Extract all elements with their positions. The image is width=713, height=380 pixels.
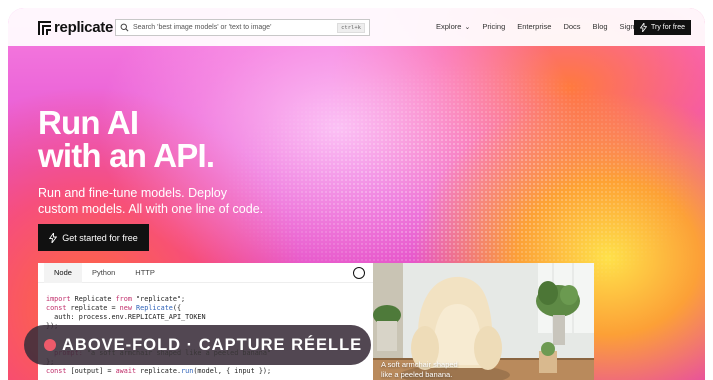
brand-name: replicate (54, 19, 113, 36)
chevron-down-icon: ⌄ (464, 23, 471, 31)
nav-docs[interactable]: Docs (563, 22, 580, 31)
try-for-free-label: Try for free (651, 24, 685, 31)
code-line: const replicate = new Replicate({ (46, 304, 365, 313)
example-output-image: A soft armchair shaped like a peeled ban… (373, 263, 594, 380)
code-token: run (181, 367, 194, 375)
capture-overlay-badge: ABOVE-FOLD · CAPTURE RÉELLE (24, 325, 371, 365)
code-token: "replicate"; (131, 295, 186, 303)
nav-blog[interactable]: Blog (593, 22, 608, 31)
replicate-logo-icon (38, 20, 51, 35)
hero-title-line-1: Run AI (38, 104, 139, 141)
code-token: import (46, 295, 71, 303)
hero-subtitle-line-2: custom models. All with one line of code… (38, 202, 264, 216)
code-token: await (115, 367, 137, 375)
get-started-label: Get started for free (62, 232, 138, 243)
get-started-button[interactable]: Get started for free (38, 224, 149, 251)
code-token: from (115, 295, 132, 303)
try-for-free-button[interactable]: Try for free (634, 20, 691, 35)
record-dot-icon (44, 339, 56, 351)
tab-python[interactable]: Python (82, 263, 125, 283)
code-token: auth: process.env.REPLICATE_API_TOKEN (46, 313, 206, 321)
nav-explore-label: Explore (436, 22, 462, 31)
search-icon (120, 23, 129, 32)
code-token: Replicate (136, 304, 173, 312)
top-navbar: replicate Search 'best image models' or … (8, 8, 705, 46)
nav-explore[interactable]: Explore ⌄ (436, 22, 470, 31)
code-token: replicate. (136, 367, 182, 375)
code-token: [output] = (66, 367, 116, 375)
code-token: const (46, 367, 67, 375)
code-token: Replicate (70, 295, 116, 303)
capture-overlay-label: ABOVE-FOLD · CAPTURE RÉELLE (62, 335, 363, 354)
hero-subtitle-line-1: Run and fine-tune models. Deploy (38, 186, 228, 200)
language-tabs: Node Python HTTP (38, 262, 373, 283)
search-shortcut-badge: ctrl+k (337, 22, 365, 33)
code-token: new (119, 304, 132, 312)
nav-enterprise[interactable]: Enterprise (517, 22, 551, 31)
code-line: const [output] = await replicate.run(mod… (46, 367, 365, 376)
search-placeholder: Search 'best image models' or 'text to i… (133, 24, 272, 31)
hero-title-line-2: with an API. (38, 137, 215, 174)
image-caption: A soft armchair shaped like a peeled ban… (381, 360, 458, 380)
image-caption-line-1: A soft armchair shaped (381, 360, 458, 369)
hero-subtitle: Run and fine-tune models. Deploy custom … (38, 185, 263, 217)
code-token: ({ (172, 304, 182, 312)
code-token: const (46, 304, 67, 312)
image-caption-line-2: like a peeled banana. (381, 370, 453, 379)
nav-pricing[interactable]: Pricing (482, 22, 505, 31)
circle-icon[interactable] (353, 267, 365, 279)
code-line: auth: process.env.REPLICATE_API_TOKEN (46, 313, 365, 322)
code-token: replicate = (66, 304, 120, 312)
tab-http[interactable]: HTTP (125, 263, 165, 283)
logo[interactable]: replicate (38, 19, 113, 36)
bolt-icon (49, 232, 58, 243)
nav-links: Explore ⌄ Pricing Enterprise Docs Blog S… (436, 22, 654, 31)
hero-title: Run AI with an API. (38, 104, 215, 174)
tab-node[interactable]: Node (44, 262, 82, 283)
bolt-icon (640, 23, 648, 32)
code-line: import Replicate from "replicate"; (46, 295, 365, 304)
search-input[interactable]: Search 'best image models' or 'text to i… (115, 19, 370, 36)
code-token: (model, { input }); (193, 367, 272, 375)
